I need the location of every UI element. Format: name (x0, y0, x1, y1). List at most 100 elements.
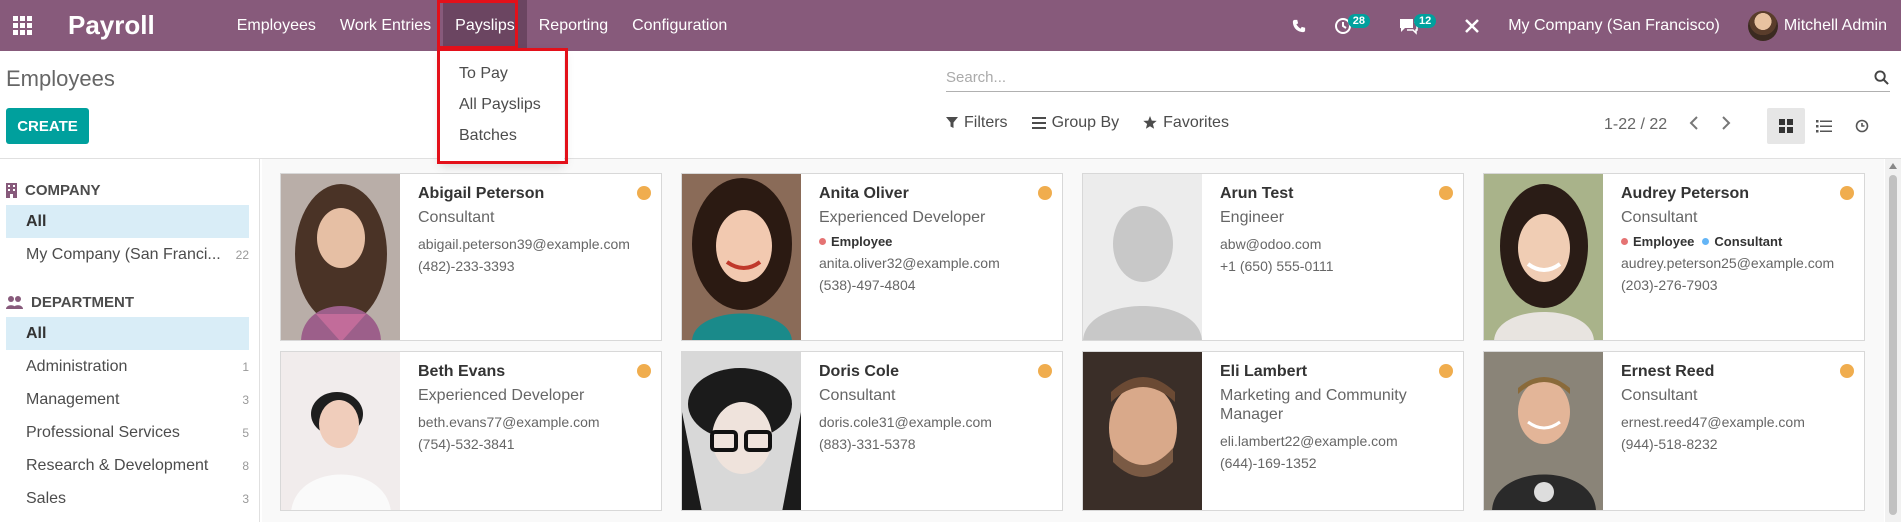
employee-phone: (644)-169-1352 (1220, 455, 1317, 471)
employee-phone: (944)-518-8232 (1621, 436, 1718, 452)
department-item-professional-services[interactable]: Professional Services 5 (0, 416, 259, 449)
employee-phone: (203)-276-7903 (1621, 277, 1718, 293)
employee-card[interactable]: Doris Cole Consultant doris.cole31@examp… (681, 351, 1063, 511)
activity-view-icon[interactable] (1843, 108, 1881, 144)
employee-job: Consultant (1621, 387, 1698, 404)
employee-phone: +1 (650) 555-0111 (1220, 258, 1334, 274)
menu-configuration[interactable]: Configuration (620, 0, 739, 51)
menu-payslips[interactable]: Payslips (443, 0, 527, 51)
tag-consultant: Consultant (1702, 234, 1782, 249)
employee-card[interactable]: Ernest Reed Consultant ernest.reed47@exa… (1483, 351, 1865, 511)
pager-value[interactable]: 1-22 / 22 (1604, 116, 1667, 134)
department-section-header: DEPARTMENT (0, 287, 259, 317)
side-item-label: All (26, 212, 47, 230)
employee-card[interactable]: Eli Lambert Marketing and Community Mana… (1082, 351, 1464, 511)
employee-job: Consultant (819, 387, 896, 404)
employee-card[interactable]: Audrey Peterson Consultant Employee Cons… (1483, 173, 1865, 341)
pager-next-icon[interactable] (1721, 114, 1731, 135)
side-item-count: 5 (242, 425, 249, 440)
employee-card[interactable]: Arun Test Engineer abw@odoo.com +1 (650)… (1082, 173, 1464, 341)
messages-icon[interactable]: 12 (1384, 0, 1450, 51)
side-item-label: All (26, 324, 47, 342)
employee-job: Experienced Developer (819, 209, 986, 226)
department-header-label: DEPARTMENT (31, 293, 135, 311)
view-switcher (1767, 108, 1881, 144)
group-by-label: Group By (1051, 114, 1120, 131)
employee-email: beth.evans77@example.com (418, 414, 600, 430)
group-by-button[interactable]: Group By (1031, 114, 1120, 132)
side-item-label: Professional Services (26, 423, 180, 441)
apps-menu-icon[interactable] (4, 8, 40, 44)
employee-name: Eli Lambert (1220, 363, 1308, 380)
dropdown-item-all-payslips[interactable]: All Payslips (440, 89, 564, 120)
company-switcher[interactable]: My Company (San Francisco) (1494, 0, 1734, 51)
employee-photo (281, 174, 400, 340)
search-bar (946, 64, 1890, 92)
scroll-thumb[interactable] (1889, 175, 1897, 515)
list-view-icon[interactable] (1805, 108, 1843, 144)
company-item-all[interactable]: All (6, 205, 249, 238)
user-name: Mitchell Admin (1783, 16, 1887, 34)
employee-phone: (754)-532-3841 (418, 436, 515, 452)
search-input[interactable] (946, 69, 1872, 86)
tag-label: Employee (1633, 234, 1695, 249)
employee-photo (281, 352, 400, 510)
user-menu[interactable]: Mitchell Admin (1734, 0, 1901, 51)
employee-tags: Employee (819, 234, 1050, 249)
department-item-sales[interactable]: Sales 3 (0, 482, 259, 515)
dropdown-item-batches[interactable]: Batches (440, 120, 564, 151)
tag-color-dot (1702, 238, 1710, 245)
employee-card[interactable]: Beth Evans Experienced Developer beth.ev… (280, 351, 662, 511)
search-icon[interactable] (1872, 69, 1890, 87)
kanban-scrollbar[interactable] (1885, 159, 1901, 522)
employee-name: Abigail Peterson (418, 185, 545, 202)
presence-status-icon (1840, 364, 1854, 378)
employee-job: Consultant (1621, 209, 1698, 226)
company-item-my-company[interactable]: My Company (San Franci... 22 (0, 238, 259, 271)
systray: 28 12 My Company (San Francisco) Mitchel… (1278, 0, 1901, 51)
company-section-header: COMPANY (0, 175, 259, 205)
employee-photo (1083, 352, 1202, 510)
dropdown-item-to-pay[interactable]: To Pay (440, 58, 564, 89)
employee-name: Audrey Peterson (1621, 185, 1750, 202)
tag-color-dot (819, 238, 826, 245)
employee-email: abw@odoo.com (1220, 236, 1322, 252)
presence-status-icon (1038, 364, 1052, 378)
debug-tools-icon[interactable] (1450, 0, 1494, 51)
employee-job: Experienced Developer (418, 387, 585, 404)
side-item-label: Research & Development (26, 456, 209, 474)
menu-work-entries[interactable]: Work Entries (328, 0, 443, 51)
employee-email: anita.oliver32@example.com (819, 255, 1000, 271)
filters-button[interactable]: Filters (946, 114, 1008, 132)
activity-clock-icon[interactable]: 28 (1320, 0, 1384, 51)
star-icon (1143, 116, 1157, 130)
tag-employee: Employee (819, 234, 892, 249)
side-item-count: 3 (242, 491, 249, 506)
employee-photo (682, 174, 801, 340)
phone-icon[interactable] (1278, 0, 1320, 51)
scroll-up-icon[interactable] (1889, 163, 1897, 169)
employee-card[interactable]: Anita Oliver Experienced Developer Emplo… (681, 173, 1063, 341)
presence-status-icon (1038, 186, 1052, 200)
department-item-management[interactable]: Management 3 (0, 383, 259, 416)
employee-name: Arun Test (1220, 185, 1294, 202)
kanban-view-icon[interactable] (1767, 108, 1805, 144)
department-item-research-development[interactable]: Research & Development 8 (0, 449, 259, 482)
menu-reporting[interactable]: Reporting (527, 0, 620, 51)
create-button[interactable]: CREATE (6, 108, 89, 144)
department-item-administration[interactable]: Administration 1 (0, 350, 259, 383)
employee-card[interactable]: Abigail Peterson Consultant abigail.pete… (280, 173, 662, 341)
employee-photo (1083, 174, 1202, 340)
building-icon (6, 182, 17, 198)
app-name[interactable]: Payroll (68, 10, 155, 41)
filters-label: Filters (964, 114, 1008, 131)
department-item-all[interactable]: All (6, 317, 249, 350)
employee-phone: (482)-233-3393 (418, 258, 515, 274)
menu-employees[interactable]: Employees (225, 0, 328, 51)
kanban-view: Abigail Peterson Consultant abigail.pete… (262, 159, 1884, 522)
main-menu: Employees Work Entries Payslips Reportin… (225, 0, 740, 51)
side-item-count: 1 (242, 359, 249, 374)
pager-previous-icon[interactable] (1689, 114, 1699, 135)
favorites-button[interactable]: Favorites (1143, 114, 1229, 132)
employee-email: abigail.peterson39@example.com (418, 236, 630, 252)
